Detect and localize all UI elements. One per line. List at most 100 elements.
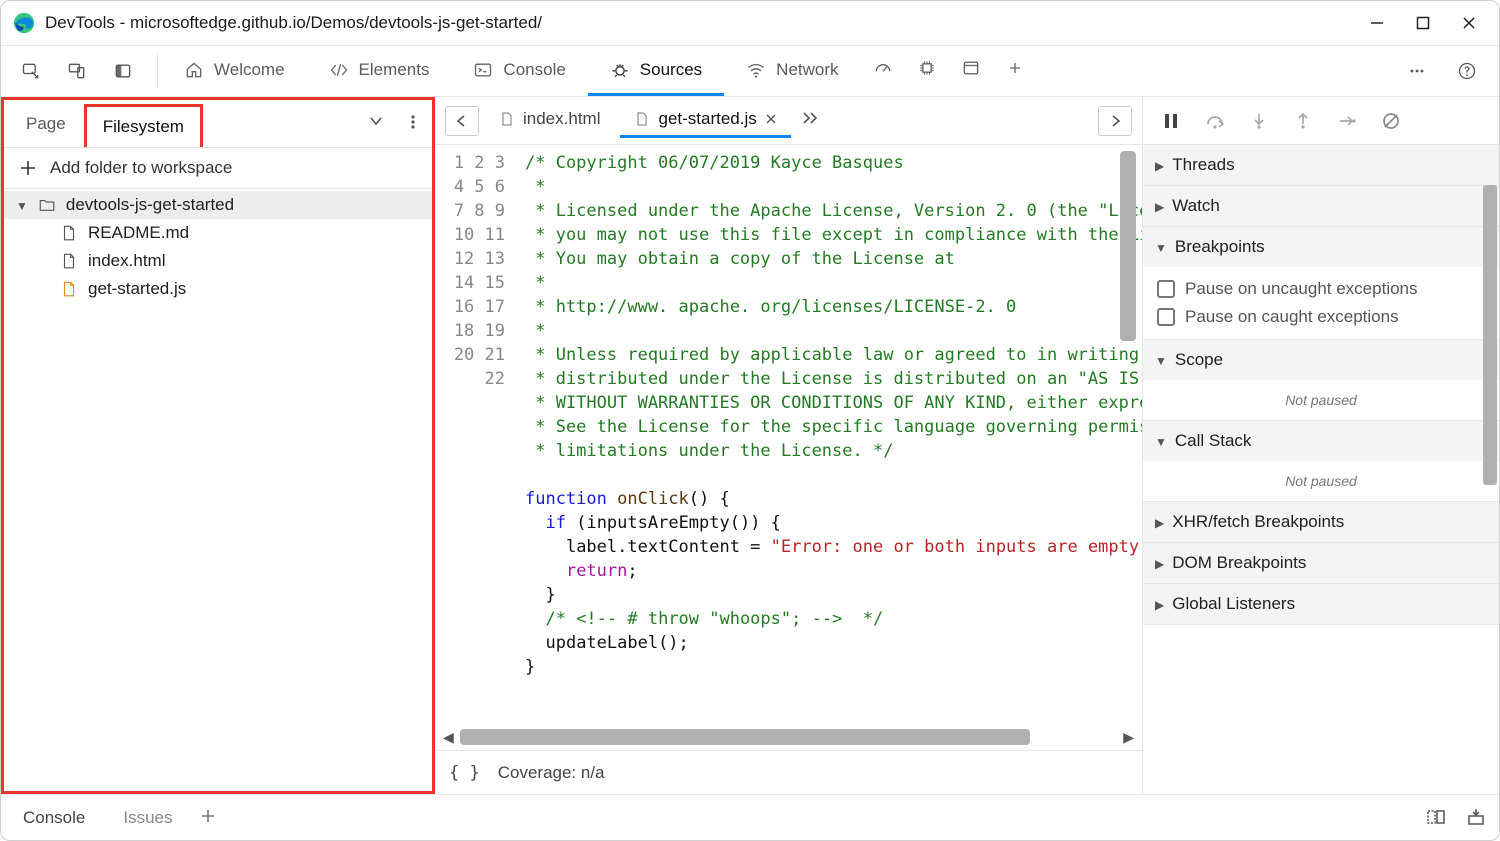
nav-back-button[interactable]	[445, 106, 479, 136]
close-icon[interactable]	[765, 113, 777, 125]
tab-console[interactable]: Console	[451, 46, 587, 96]
code-area[interactable]: /* Copyright 06/07/2019 Kayce Basques * …	[519, 145, 1142, 724]
section-breakpoints: Breakpoints Pause on uncaught exceptions…	[1143, 227, 1499, 340]
file-modified-icon	[60, 280, 78, 298]
scroll-left-icon[interactable]: ◀	[443, 729, 454, 746]
drawer-tab-console[interactable]: Console	[7, 800, 101, 836]
callstack-not-paused: Not paused	[1143, 461, 1499, 501]
code-editor[interactable]: 1 2 3 4 5 6 7 8 9 10 11 12 13 14 15 16 1…	[435, 145, 1142, 724]
network-wifi-icon	[746, 60, 766, 80]
device-emulation-button[interactable]	[55, 49, 99, 93]
tab-network[interactable]: Network	[724, 46, 860, 96]
tab-welcome[interactable]: Welcome	[162, 46, 307, 96]
disclosure-triangle-right-icon	[1155, 512, 1164, 532]
scope-not-paused: Not paused	[1143, 380, 1499, 420]
inspect-element-button[interactable]	[9, 49, 53, 93]
more-tabs-button[interactable]	[797, 99, 827, 143]
devtools-toolbar: Welcome Elements Console Sources Network	[1, 45, 1499, 97]
section-scope-label: Scope	[1175, 350, 1223, 370]
tree-file-label: README.md	[88, 223, 189, 243]
pause-icon	[1162, 112, 1180, 130]
tab-sources-label: Sources	[640, 60, 702, 80]
debugger-vscrollbar[interactable]	[1483, 145, 1497, 794]
file-tree: devtools-js-get-started README.md index.…	[4, 189, 432, 303]
section-watch[interactable]: Watch	[1143, 186, 1499, 227]
section-breakpoints-header[interactable]: Breakpoints	[1143, 227, 1499, 267]
checkbox-icon	[1157, 280, 1175, 298]
section-threads[interactable]: Threads	[1143, 145, 1499, 186]
disclosure-triangle-down-icon	[1155, 431, 1167, 451]
section-callstack-label: Call Stack	[1175, 431, 1252, 451]
editor-tabs: index.html get-started.js	[435, 97, 1142, 145]
tree-folder-root[interactable]: devtools-js-get-started	[4, 191, 432, 219]
section-global-label: Global Listeners	[1172, 594, 1295, 614]
editor-vscrollbar[interactable]	[1120, 151, 1136, 626]
gauge-icon	[873, 58, 893, 78]
editor-tab-getstarted[interactable]: get-started.js	[620, 103, 790, 138]
editor-hscrollbar[interactable]: ◀ ▶	[435, 724, 1142, 750]
pause-caught-checkbox[interactable]: Pause on caught exceptions	[1157, 303, 1485, 331]
tab-sources[interactable]: Sources	[588, 46, 724, 96]
section-breakpoints-label: Breakpoints	[1175, 237, 1265, 257]
pause-button[interactable]	[1153, 105, 1189, 137]
step-into-button[interactable]	[1241, 105, 1277, 137]
section-global-listeners[interactable]: Global Listeners	[1143, 584, 1499, 625]
tab-add[interactable]	[993, 46, 1037, 90]
chevron-down-icon	[369, 114, 389, 134]
deactivate-breakpoints-button[interactable]	[1373, 105, 1409, 137]
editor-tab-index[interactable]: index.html	[485, 103, 614, 138]
add-folder-to-workspace[interactable]: Add folder to workspace	[4, 148, 432, 189]
step-out-button[interactable]	[1285, 105, 1321, 137]
step-button[interactable]	[1329, 105, 1365, 137]
navigator-tab-page[interactable]: Page	[10, 104, 82, 144]
window-minimize-button[interactable]	[1359, 9, 1395, 37]
section-xhr-breakpoints[interactable]: XHR/fetch Breakpoints	[1143, 502, 1499, 543]
tab-memory[interactable]	[905, 46, 949, 90]
editor-tab-label: get-started.js	[658, 109, 756, 129]
navigator-dropdown[interactable]	[362, 102, 396, 146]
navigator-tab-filesystem[interactable]: Filesystem	[84, 104, 203, 147]
dock-side-button[interactable]	[101, 49, 145, 93]
pause-uncaught-checkbox[interactable]: Pause on uncaught exceptions	[1157, 275, 1485, 303]
disclosure-triangle-right-icon	[1155, 196, 1164, 216]
help-button[interactable]	[1445, 49, 1489, 93]
step-icon	[1337, 112, 1357, 130]
tree-file-index[interactable]: index.html	[4, 247, 432, 275]
section-dom-label: DOM Breakpoints	[1172, 553, 1306, 573]
window-title: DevTools - microsoftedge.github.io/Demos…	[45, 13, 1349, 33]
nav-forward-button[interactable]	[1098, 106, 1132, 136]
disclosure-triangle-right-icon	[1155, 594, 1164, 614]
debugger-toolbar	[1143, 97, 1499, 145]
tab-elements[interactable]: Elements	[307, 46, 452, 96]
section-dom-breakpoints[interactable]: DOM Breakpoints	[1143, 543, 1499, 584]
tree-folder-label: devtools-js-get-started	[66, 195, 234, 215]
tab-application[interactable]	[949, 46, 993, 90]
tab-elements-label: Elements	[359, 60, 430, 80]
drawer-toggle-orientation[interactable]	[1419, 796, 1453, 840]
line-gutter: 1 2 3 4 5 6 7 8 9 10 11 12 13 14 15 16 1…	[435, 145, 519, 724]
file-icon	[60, 252, 78, 270]
section-callstack: Call Stack Not paused	[1143, 421, 1499, 502]
window-close-button[interactable]	[1451, 9, 1487, 37]
debugger-panel: Threads Watch Breakpoints Pause on uncau…	[1143, 97, 1499, 794]
pretty-print-button[interactable]: { }	[449, 763, 480, 783]
coverage-label: Coverage: n/a	[498, 763, 605, 783]
scroll-right-icon[interactable]: ▶	[1123, 729, 1134, 746]
drawer-collapse[interactable]	[1459, 796, 1493, 840]
step-out-icon	[1294, 112, 1312, 130]
drawer-tab-issues[interactable]: Issues	[107, 800, 188, 836]
tree-file-readme[interactable]: README.md	[4, 219, 432, 247]
navigator-more[interactable]	[398, 102, 432, 146]
section-scope-header[interactable]: Scope	[1143, 340, 1499, 380]
drawer-add-tab[interactable]	[195, 796, 225, 840]
tab-performance[interactable]	[861, 46, 905, 90]
pause-caught-label: Pause on caught exceptions	[1185, 307, 1399, 327]
step-over-button[interactable]	[1197, 105, 1233, 137]
window-maximize-button[interactable]	[1405, 9, 1441, 37]
section-threads-label: Threads	[1172, 155, 1234, 175]
app-window-icon	[961, 58, 981, 78]
plus-icon	[1005, 58, 1025, 78]
section-callstack-header[interactable]: Call Stack	[1143, 421, 1499, 461]
more-options-button[interactable]	[1395, 49, 1439, 93]
tree-file-getstarted[interactable]: get-started.js	[4, 275, 432, 303]
